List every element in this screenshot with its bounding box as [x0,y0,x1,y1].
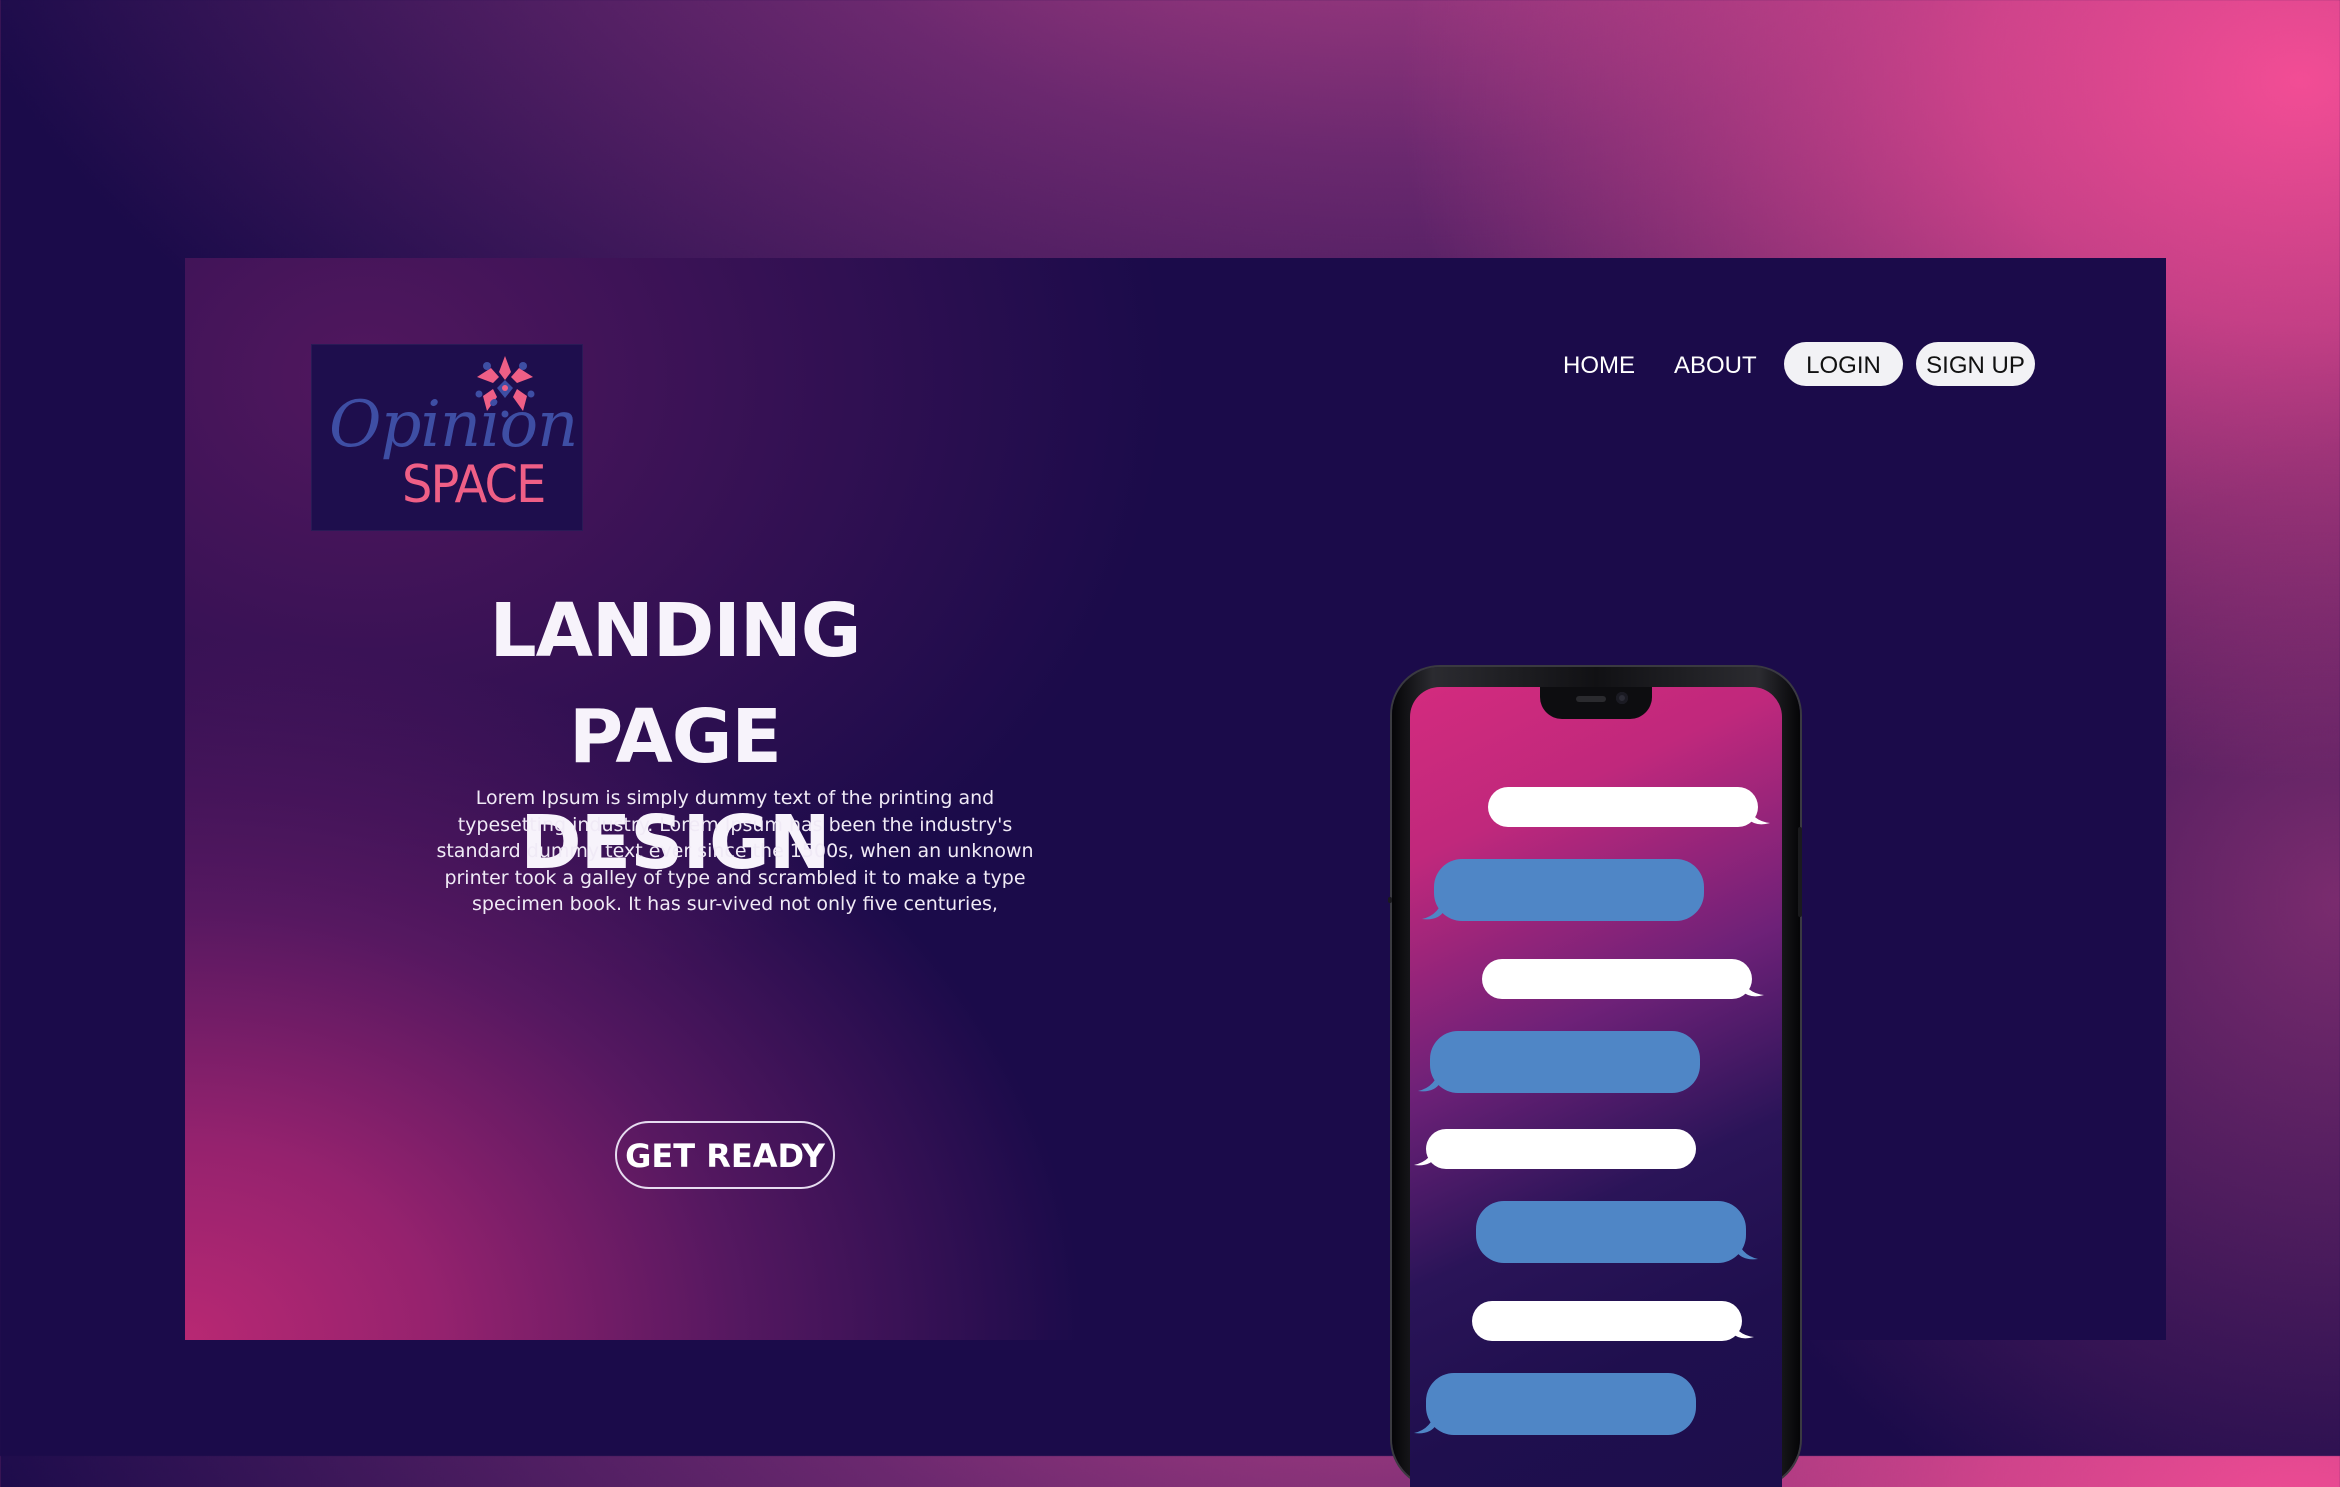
page-title-line1: LANDING PAGE [489,588,862,780]
top-nav: HOME ABOUT LOGIN SIGN UP [185,342,2166,392]
nav-about-link[interactable]: ABOUT [1674,352,1757,380]
chat-bubble-white [1482,959,1752,999]
nav-home-link[interactable]: HOME [1563,352,1635,380]
phone-power-button [1798,827,1802,917]
chat-bubble-white [1472,1301,1742,1341]
smartphone-icon [1388,667,1802,1487]
chat-bubble-blue [1434,859,1704,921]
logo-wordmark-space: SPACE [402,455,546,515]
chat-bubble-tail [1422,895,1444,920]
get-ready-button[interactable]: GET READY [615,1121,835,1189]
chat-bubble-white [1488,787,1758,827]
chat-bubble-blue [1476,1201,1746,1263]
hero-section: Opinion SPACE HOME ABOUT LOGIN SIGN UP L… [185,258,2166,1340]
chat-bubble-white [1426,1129,1696,1169]
chat-bubble-blue [1430,1031,1700,1093]
phone-notch [1540,687,1652,719]
phone-side-button [1388,897,1392,903]
chat-bubble-tail [1736,1235,1758,1260]
sign-up-button[interactable]: SIGN UP [1916,342,2035,386]
chat-bubble-blue [1426,1373,1696,1435]
chat-bubble-tail [1414,1409,1436,1434]
hero-description: Lorem Ipsum is simply dummy text of the … [436,787,1034,915]
phone-screen [1410,687,1782,1487]
chat-bubble-tail [1414,1143,1436,1166]
chat-bubble-tail [1742,977,1764,997]
chat-bubble-tail [1418,1067,1440,1092]
chat-bubble-tail [1748,805,1770,825]
phone-speaker [1576,696,1606,702]
logo-wordmark-opinion: Opinion [329,388,578,462]
login-button[interactable]: LOGIN [1784,342,1903,386]
camera-icon [1616,692,1628,704]
chat-bubble-tail [1732,1319,1754,1339]
